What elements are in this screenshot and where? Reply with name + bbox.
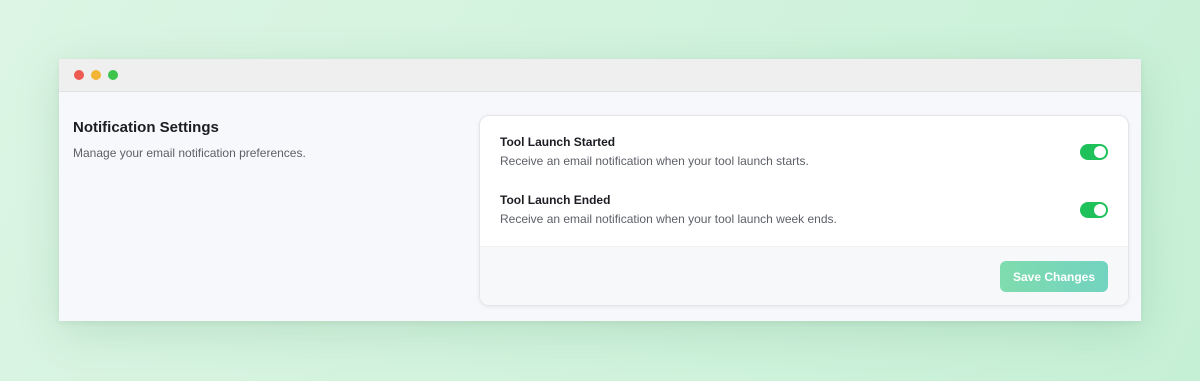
setting-description: Receive an email notification when your … <box>500 212 837 226</box>
tool-launch-ended-toggle[interactable] <box>1080 202 1108 218</box>
title-bar <box>59 59 1141 92</box>
app-window: Notification Settings Manage your email … <box>59 59 1141 321</box>
setting-row-tool-launch-ended: Tool Launch Ended Receive an email notif… <box>500 193 1108 233</box>
section-info: Notification Settings Manage your email … <box>73 119 306 160</box>
card-footer: Save Changes <box>480 246 1128 305</box>
maximize-window-button[interactable] <box>108 70 118 80</box>
save-changes-button[interactable]: Save Changes <box>1000 261 1108 292</box>
settings-content: Notification Settings Manage your email … <box>59 92 1141 321</box>
section-title: Notification Settings <box>73 119 219 136</box>
setting-row-tool-launch-started: Tool Launch Started Receive an email not… <box>500 135 1108 175</box>
toggle-knob <box>1094 146 1106 158</box>
section-description: Manage your email notification preferenc… <box>73 146 306 160</box>
minimize-window-button[interactable] <box>91 70 101 80</box>
toggle-knob <box>1094 204 1106 216</box>
tool-launch-started-toggle[interactable] <box>1080 144 1108 160</box>
notification-settings-card: Tool Launch Started Receive an email not… <box>479 115 1129 306</box>
setting-description: Receive an email notification when your … <box>500 154 809 168</box>
setting-label: Tool Launch Started <box>500 135 616 149</box>
setting-label: Tool Launch Ended <box>500 193 611 207</box>
close-window-button[interactable] <box>74 70 84 80</box>
